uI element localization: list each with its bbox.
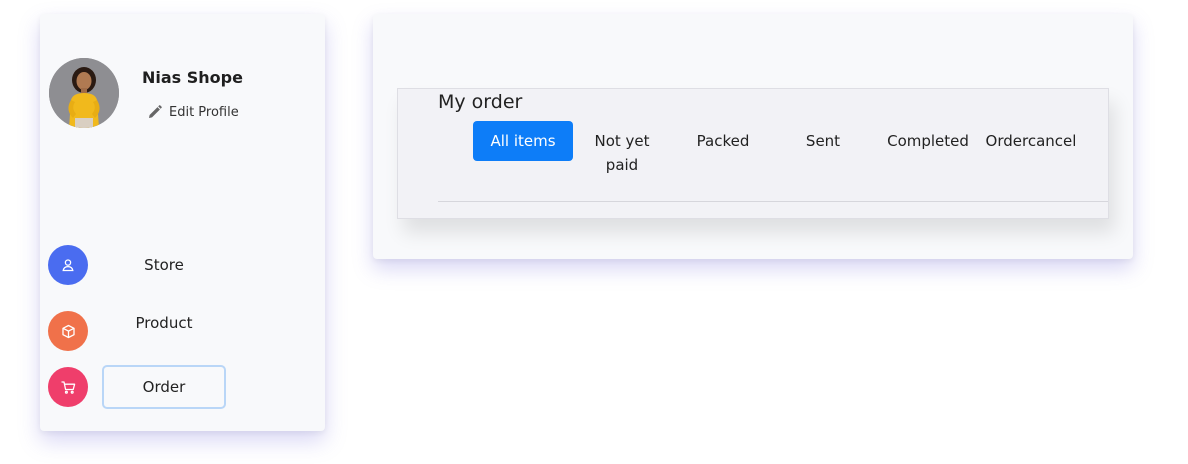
nav-label-order: Order — [102, 365, 226, 409]
tab-all-items[interactable]: All items — [473, 121, 573, 161]
nav-item-store[interactable]: Store — [48, 245, 318, 285]
tabs-divider — [438, 201, 1108, 202]
tab-ordercancel[interactable]: Ordercancel — [981, 121, 1081, 153]
tab-not-yet-paid[interactable]: Not yet paid — [587, 121, 657, 177]
profile-sidebar: Nias Shope Edit Profile Store Product Or… — [40, 14, 325, 431]
avatar-photo — [49, 58, 119, 128]
nav-item-order[interactable]: Order — [48, 365, 318, 409]
pencil-icon — [146, 104, 163, 121]
nav-label-product: Product — [135, 314, 193, 332]
tab-sent[interactable]: Sent — [773, 121, 873, 153]
edit-profile-label: Edit Profile — [169, 105, 239, 120]
nav-label-store: Store — [144, 256, 184, 274]
tab-packed[interactable]: Packed — [673, 121, 773, 153]
order-panel: My order All items Not yet paid Packed S… — [397, 88, 1109, 219]
user-icon — [48, 245, 88, 285]
box-icon — [48, 311, 88, 351]
edit-profile-link[interactable]: Edit Profile — [146, 104, 239, 121]
shop-name: Nias Shope — [142, 68, 243, 87]
tab-completed[interactable]: Completed — [873, 121, 983, 153]
cart-icon — [48, 367, 88, 407]
nav-item-product[interactable]: Product — [48, 311, 318, 351]
page-title: My order — [438, 91, 523, 113]
orders-card: My order All items Not yet paid Packed S… — [373, 14, 1133, 259]
avatar[interactable] — [49, 58, 119, 128]
